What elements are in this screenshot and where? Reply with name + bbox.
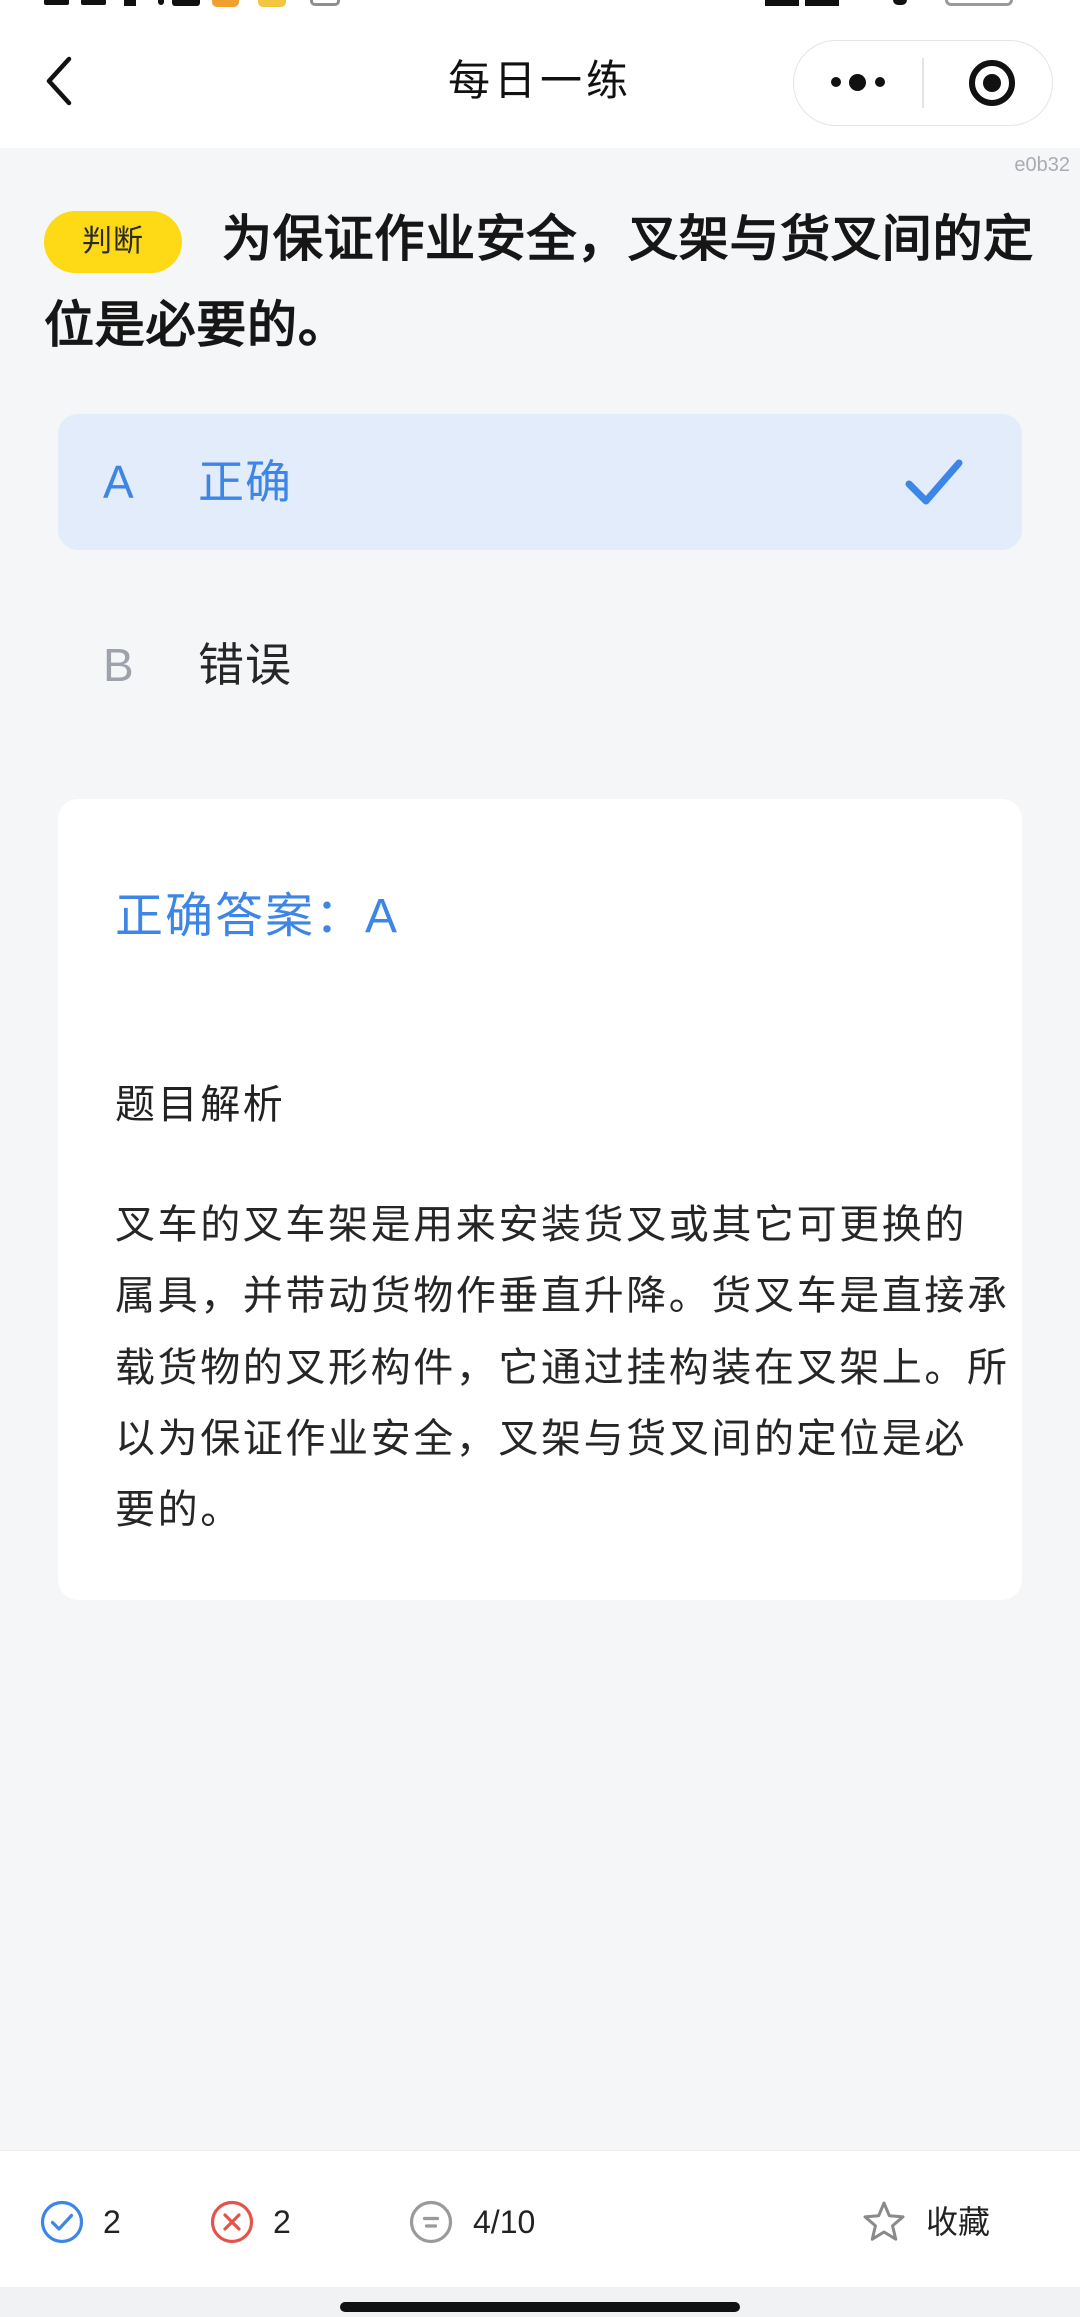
favorite-button[interactable]: 收藏 xyxy=(861,2199,990,2245)
answer-sheet-button[interactable]: 4/10 xyxy=(409,2199,535,2245)
signal-icon xyxy=(805,0,839,6)
analysis-line: 属具，并带动货物作垂直升降。货叉车是直接承 xyxy=(115,1274,1010,1319)
question: 判断 为保证作业安全，叉架与货叉间的定位是必要的。 xyxy=(44,196,1042,368)
option-b[interactable]: B 错误 xyxy=(58,597,1022,733)
list-circle-icon xyxy=(409,2200,453,2244)
check-circle-icon xyxy=(40,2200,84,2244)
more-dots-icon xyxy=(794,41,922,124)
status-time-fragment xyxy=(81,0,106,5)
exit-button[interactable] xyxy=(924,41,1051,124)
correct-count: 2 xyxy=(103,2204,121,2240)
analysis-line: 以为保证作业安全，叉架与货叉间的定位是必 xyxy=(115,1416,967,1461)
dot xyxy=(831,77,841,87)
dot xyxy=(875,77,885,87)
status-time-fragment xyxy=(124,0,136,6)
checkmark-icon xyxy=(905,459,963,505)
wrong-count-button[interactable]: 2 xyxy=(210,2199,291,2245)
target-circle-center xyxy=(983,74,1001,92)
correct-count-button[interactable]: 2 xyxy=(40,2199,121,2245)
progress-counter: 4/10 xyxy=(473,2204,536,2240)
star-outline-icon xyxy=(863,2201,905,2241)
correct-answer: 正确答案：A xyxy=(115,887,399,947)
battery-icon xyxy=(945,0,1013,6)
favorite-label: 收藏 xyxy=(926,2204,991,2240)
status-time-fragment xyxy=(44,0,69,5)
wrong-count: 2 xyxy=(273,2204,291,2240)
analysis-line: 要的。 xyxy=(115,1488,243,1532)
status-bar xyxy=(0,0,1080,12)
target-circle-icon xyxy=(969,60,1015,106)
question-text: 为保证作业安全，叉架与货叉间的定位是必要的。 xyxy=(44,211,1034,353)
mini-program-capsule xyxy=(793,40,1053,126)
wifi-icon xyxy=(893,0,907,5)
correct-answer-label: 正确答案： xyxy=(115,890,366,943)
analysis-line: 载货物的叉形构件，它通过挂构装在叉架上。所 xyxy=(115,1345,1010,1390)
answer-card: 正确答案：A 题目解析 叉车的叉车架是用来安装货叉或其它可更换的 属具，并带动货… xyxy=(58,799,1022,1600)
status-time-fragment xyxy=(158,0,164,5)
correct-answer-value: A xyxy=(365,890,400,943)
bottom-bar: 2 2 4/10 收藏 xyxy=(0,2150,1080,2287)
option-letter: B xyxy=(103,639,134,691)
question-type-badge: 判断 xyxy=(44,211,182,273)
status-time-fragment xyxy=(172,0,200,6)
home-indicator xyxy=(340,2302,740,2312)
notification-icon xyxy=(212,0,239,7)
analysis-title: 题目解析 xyxy=(115,1083,286,1127)
signal-icon xyxy=(765,0,799,6)
analysis-line: 叉车的叉车架是用来安装货叉或其它可更换的 xyxy=(115,1203,967,1247)
corner-tag: e0b32 xyxy=(1014,154,1070,176)
x-circle-icon xyxy=(210,2200,254,2244)
analysis-text: 叉车的叉车架是用来安装货叉或其它可更换的 属具，并带动货物作垂直升降。货叉车是直… xyxy=(115,1190,1015,1546)
notification-icon xyxy=(310,0,340,6)
dot xyxy=(849,74,866,91)
notification-icon xyxy=(258,0,286,7)
option-letter: A xyxy=(103,456,134,508)
option-text: 错误 xyxy=(198,639,292,691)
option-text: 正确 xyxy=(198,456,292,508)
nav-header: 每日一练 xyxy=(0,0,1080,148)
option-a[interactable]: A 正确 xyxy=(58,414,1022,550)
more-button[interactable] xyxy=(794,41,922,124)
